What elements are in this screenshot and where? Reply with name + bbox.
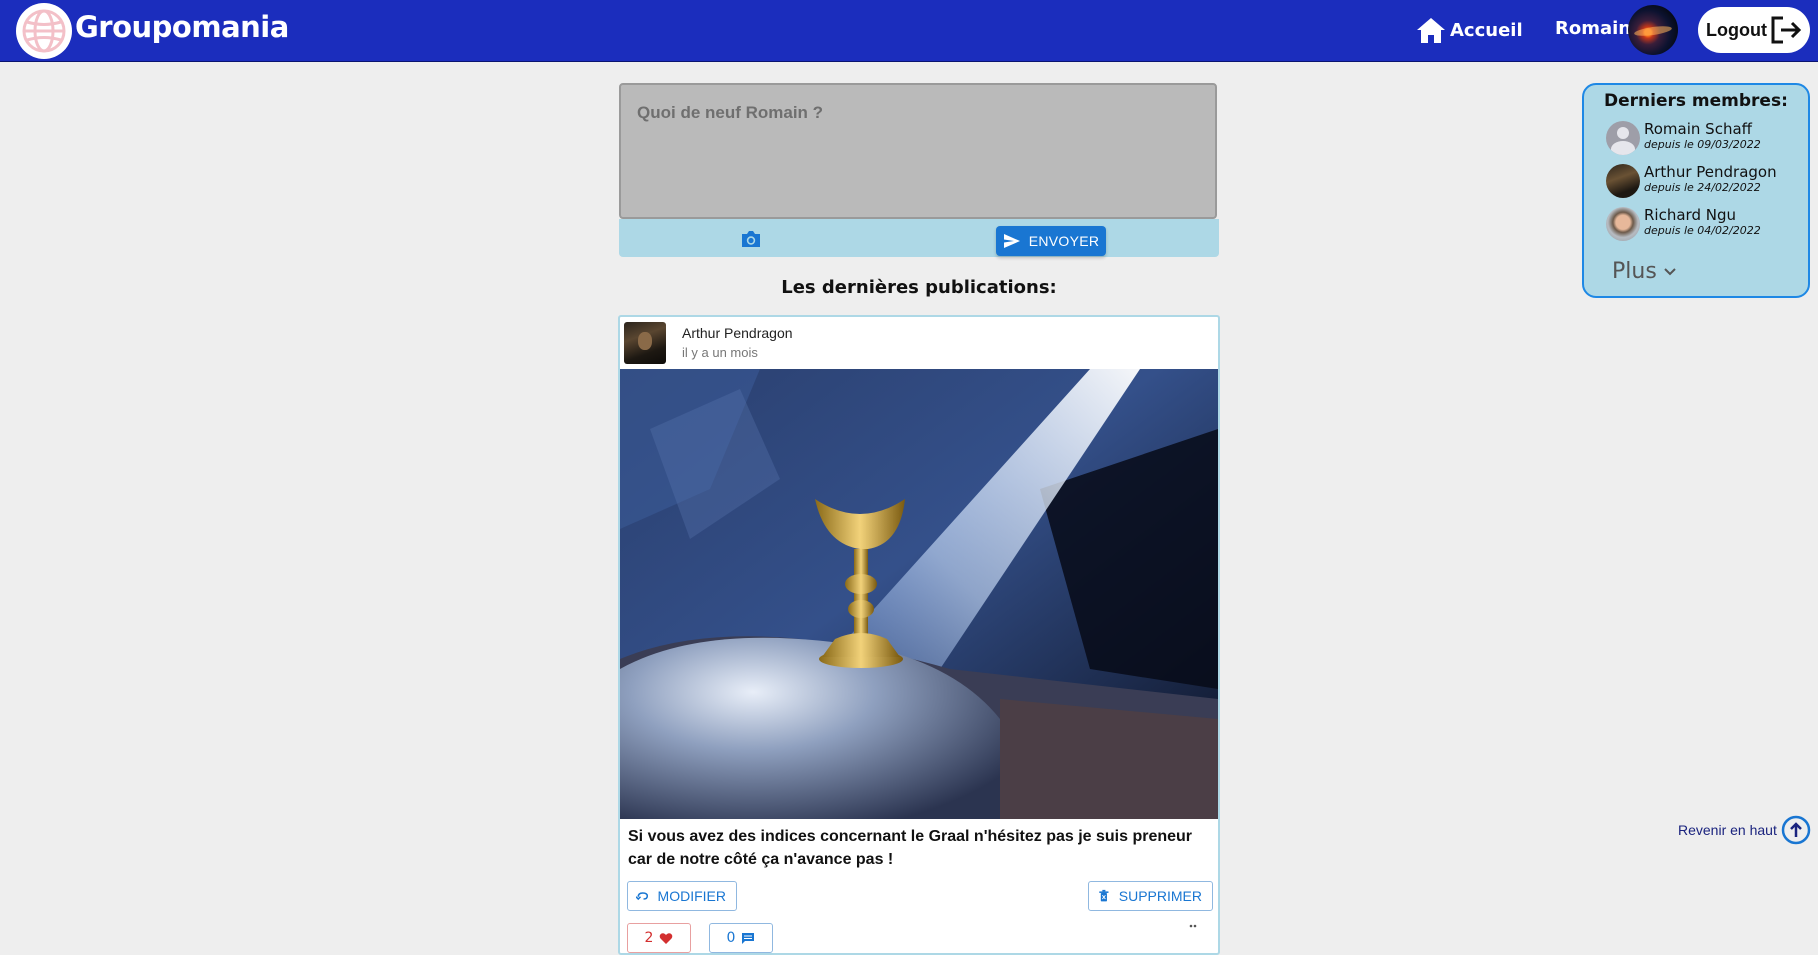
member-since: depuis le 09/03/2022 xyxy=(1644,138,1761,151)
member-avatar xyxy=(1606,121,1640,155)
composer-actions: ENVOYER xyxy=(619,219,1219,257)
logout-label: Logout xyxy=(1706,19,1767,40)
more-options-icon[interactable] xyxy=(1188,923,1198,937)
edit-icon xyxy=(636,892,649,901)
nav-user-name[interactable]: Romain xyxy=(1555,18,1631,39)
like-button[interactable]: 2 xyxy=(627,923,691,953)
arrow-up-circle-icon xyxy=(1781,815,1811,845)
post-timestamp: il y a un mois xyxy=(682,345,758,360)
logout-icon xyxy=(1771,16,1802,44)
members-title: Derniers membres: xyxy=(1604,91,1788,111)
send-label: ENVOYER xyxy=(1028,233,1100,249)
member-avatar xyxy=(1606,207,1640,241)
user-avatar[interactable] xyxy=(1628,5,1678,55)
member-since: depuis le 04/02/2022 xyxy=(1644,224,1761,237)
member-item[interactable]: Romain Schaff depuis le 09/03/2022 xyxy=(1606,120,1806,158)
member-name: Arthur Pendragon xyxy=(1644,163,1777,181)
delete-post-button[interactable]: SUPPRIMER xyxy=(1088,881,1213,911)
heart-icon xyxy=(660,933,673,944)
more-label: Plus xyxy=(1612,259,1657,284)
comment-icon xyxy=(742,933,755,944)
globe-logo-icon[interactable] xyxy=(16,3,72,59)
nav-home-link[interactable]: Accueil xyxy=(1416,13,1523,47)
delete-label: SUPPRIMER xyxy=(1118,888,1202,904)
chevron-down-icon xyxy=(1664,267,1676,275)
edit-label: MODIFIER xyxy=(657,888,726,904)
member-name: Richard Ngu xyxy=(1644,206,1736,224)
nav-home-label: Accueil xyxy=(1450,19,1523,41)
more-members-button[interactable]: Plus xyxy=(1612,259,1677,284)
member-name: Romain Schaff xyxy=(1644,120,1752,138)
send-icon xyxy=(1003,234,1020,248)
like-count: 2 xyxy=(644,930,654,946)
member-item[interactable]: Arthur Pendragon depuis le 24/02/2022 xyxy=(1606,163,1806,201)
post-author-avatar[interactable] xyxy=(624,322,666,364)
trash-icon xyxy=(1099,889,1109,902)
back-to-top-label: Revenir en haut xyxy=(1678,822,1777,838)
feed-heading: Les dernières publications: xyxy=(781,277,1057,298)
send-button[interactable]: ENVOYER xyxy=(996,226,1106,256)
latest-members-panel: Derniers membres: Romain Schaff depuis l… xyxy=(1582,83,1810,298)
logout-button[interactable]: Logout xyxy=(1698,7,1810,53)
post-body: Si vous avez des indices concernant le G… xyxy=(628,828,1193,868)
back-to-top-link[interactable]: Revenir en haut xyxy=(1678,815,1811,845)
post-card: Arthur Pendragon il y a un mois Si vous … xyxy=(618,315,1220,955)
member-since: depuis le 24/02/2022 xyxy=(1644,181,1761,194)
member-avatar xyxy=(1606,164,1640,198)
member-item[interactable]: Richard Ngu depuis le 04/02/2022 xyxy=(1606,206,1806,244)
comment-count: 0 xyxy=(726,930,736,946)
post-image[interactable] xyxy=(620,369,1218,819)
camera-icon[interactable] xyxy=(740,230,762,248)
comment-button[interactable]: 0 xyxy=(709,923,773,953)
post-textarea[interactable]: Quoi de neuf Romain ? xyxy=(619,83,1217,219)
post-author[interactable]: Arthur Pendragon xyxy=(682,325,793,341)
top-navbar: Groupomania Accueil Romain Logout xyxy=(0,0,1818,62)
brand-name[interactable]: Groupomania xyxy=(75,10,289,44)
home-icon xyxy=(1417,18,1445,43)
edit-post-button[interactable]: MODIFIER xyxy=(627,881,737,911)
